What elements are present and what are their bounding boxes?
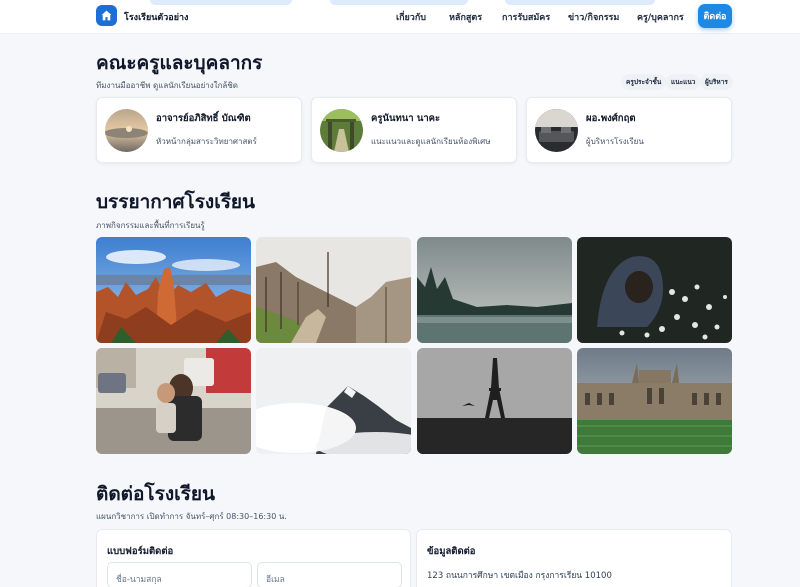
staff-title: คณะครูและบุคลากร bbox=[96, 52, 263, 74]
form-title: แบบฟอร์มติดต่อ bbox=[107, 546, 174, 557]
nav-news[interactable]: ข่าว/กิจกรรม bbox=[568, 10, 619, 24]
staff-card[interactable]: ครูนันทนา นาคะ แนะแนวและดูแลนักเรียนห้อง… bbox=[311, 97, 517, 163]
staff-role: แนะแนวและดูแลนักเรียนห้องพิเศษ bbox=[371, 137, 491, 146]
staff-name: ผอ.พงศ์กฤต bbox=[586, 113, 636, 124]
header-glow bbox=[330, 0, 468, 5]
nav-about[interactable]: เกี่ยวกับ bbox=[396, 10, 426, 24]
filter-guidance[interactable]: แนะแนว bbox=[666, 74, 701, 90]
header-glow bbox=[505, 0, 655, 5]
contact-button[interactable]: ติดต่อ bbox=[698, 4, 732, 28]
nav-curriculum[interactable]: หลักสูตร bbox=[449, 10, 482, 24]
gallery-photo-misty-lake[interactable] bbox=[417, 237, 572, 343]
contact-address: 123 ถนนการศึกษา เขตเมือง กรุงการเรียน 10… bbox=[427, 571, 612, 581]
filter-executive[interactable]: ผู้บริหาร bbox=[700, 74, 733, 90]
staff-name: อาจารย์อภิสิทธิ์ บัณฑิต bbox=[156, 113, 251, 124]
filter-homeroom[interactable]: ครูประจำชั้น bbox=[621, 74, 667, 90]
avatar bbox=[535, 109, 578, 152]
staff-card[interactable]: อาจารย์อภิสิทธิ์ บัณฑิต หัวหน้ากลุ่มสาระ… bbox=[96, 97, 302, 163]
staff-role: ผู้บริหารโรงเรียน bbox=[586, 137, 644, 146]
name-field[interactable]: ชื่อ-นามสกุล bbox=[107, 562, 252, 587]
contact-title: ติดต่อโรงเรียน bbox=[96, 483, 215, 505]
contact-subtitle: แผนกวิชาการ เปิดทำการ จันทร์–ศุกร์ 08:30… bbox=[96, 512, 287, 521]
gallery-photo-mother-child[interactable] bbox=[96, 348, 251, 454]
contact-form: แบบฟอร์มติดต่อ ชื่อ-นามสกุล อีเมล bbox=[96, 529, 411, 587]
home-icon bbox=[101, 10, 112, 21]
staff-card[interactable]: ผอ.พงศ์กฤต ผู้บริหารโรงเรียน bbox=[526, 97, 732, 163]
avatar bbox=[320, 109, 363, 152]
contact-info-title: ข้อมูลติดต่อ bbox=[427, 546, 476, 557]
contact-info-card: ข้อมูลติดต่อ 123 ถนนการศึกษา เขตเมือง กร… bbox=[416, 529, 732, 587]
gallery-photo-eiffel-tower[interactable] bbox=[417, 348, 572, 454]
gallery-photo-forest-trail[interactable] bbox=[256, 237, 411, 343]
gallery-photo-college[interactable] bbox=[577, 348, 732, 454]
nav-admission[interactable]: การรับสมัคร bbox=[502, 10, 550, 24]
staff-name: ครูนันทนา นาคะ bbox=[371, 113, 441, 124]
top-navbar: โรงเรียนตัวอย่าง เกี่ยวกับ หลักสูตร การร… bbox=[0, 0, 800, 34]
staff-subtitle: ทีมงานมืออาชีพ ดูแลนักเรียนอย่างใกล้ชิด bbox=[96, 81, 238, 90]
nav-teachers[interactable]: ครู/บุคลากร bbox=[637, 10, 684, 24]
staff-role: หัวหน้ากลุ่มสาระวิทยาศาสตร์ bbox=[156, 137, 257, 146]
brand-name[interactable]: โรงเรียนตัวอย่าง bbox=[124, 10, 188, 24]
logo[interactable] bbox=[96, 5, 117, 26]
gallery-photo-mountain-clouds[interactable] bbox=[256, 348, 411, 454]
avatar bbox=[105, 109, 148, 152]
email-field[interactable]: อีเมล bbox=[257, 562, 402, 587]
gallery-photo-hooded-person[interactable] bbox=[577, 237, 732, 343]
gallery-photo-canyon[interactable] bbox=[96, 237, 251, 343]
gallery-title: บรรยากาศโรงเรียน bbox=[96, 191, 256, 213]
gallery-subtitle: ภาพกิจกรรมและพื้นที่การเรียนรู้ bbox=[96, 221, 205, 230]
header-glow bbox=[150, 0, 292, 5]
